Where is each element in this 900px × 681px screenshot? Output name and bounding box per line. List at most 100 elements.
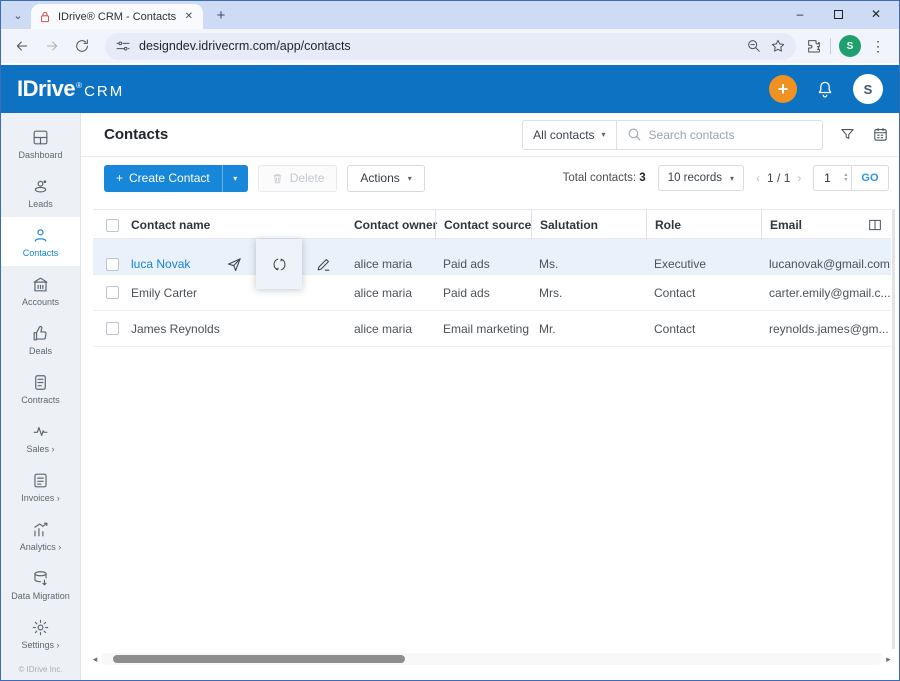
tab-search-chevron-icon[interactable]: ⌄ bbox=[9, 7, 27, 25]
contact-name-link[interactable]: luca Novak bbox=[131, 257, 190, 271]
logo-main-text: IDrive bbox=[17, 76, 75, 102]
column-header-contact-owner[interactable]: Contact owner bbox=[346, 218, 435, 232]
bookmark-star-icon[interactable] bbox=[770, 38, 786, 54]
edit-pencil-icon[interactable] bbox=[315, 256, 332, 273]
sidebar-item-invoices[interactable]: Invoices › bbox=[1, 462, 80, 511]
sidebar-item-sales[interactable]: Sales › bbox=[1, 413, 80, 462]
page-spinner[interactable]: ▴ ▾ bbox=[840, 173, 851, 183]
contact-name-cell[interactable]: James Reynolds bbox=[123, 322, 346, 336]
vertical-scrollbar[interactable] bbox=[892, 209, 895, 649]
chevron-down-icon: ▾ bbox=[408, 174, 412, 183]
user-avatar[interactable]: S bbox=[853, 74, 883, 104]
forward-button[interactable] bbox=[39, 33, 65, 59]
table-row[interactable]: James Reynolds alice maria Email marketi… bbox=[93, 311, 891, 347]
sidebar: Dashboard Leads Contacts Accounts Deals … bbox=[1, 113, 81, 680]
date-filter-calendar-icon[interactable] bbox=[872, 126, 889, 143]
reload-button[interactable] bbox=[69, 33, 95, 59]
sidebar-item-label: Settings › bbox=[21, 640, 59, 650]
main-content: Contacts All contacts ▾ bbox=[81, 113, 900, 680]
sidebar-item-dashboard[interactable]: Dashboard bbox=[1, 119, 80, 168]
actions-label: Actions bbox=[360, 171, 399, 185]
select-all-checkbox[interactable] bbox=[106, 219, 119, 232]
notifications-bell-icon[interactable] bbox=[815, 79, 835, 99]
sidebar-item-contracts[interactable]: Contracts bbox=[1, 364, 80, 413]
delete-button[interactable]: Delete bbox=[258, 165, 338, 192]
tab-strip: ⌄ IDrive® CRM - Contacts ✕ + – ✕ bbox=[1, 1, 899, 29]
window-maximize-button[interactable] bbox=[819, 1, 857, 27]
browser-window: ⌄ IDrive® CRM - Contacts ✕ + – ✕ bbox=[0, 0, 900, 681]
sidebar-item-data-migration[interactable]: Data Migration bbox=[1, 560, 80, 609]
scrollbar-track[interactable] bbox=[101, 653, 883, 665]
scroll-right-arrow[interactable]: ▸ bbox=[883, 654, 895, 665]
records-per-page-label: 10 records bbox=[668, 172, 722, 184]
contact-name-cell[interactable]: Emily Carter bbox=[123, 286, 346, 300]
create-contact-dropdown[interactable]: ▾ bbox=[222, 165, 248, 192]
column-header-role[interactable]: Role bbox=[646, 210, 761, 240]
address-bar[interactable]: designdev.idrivecrm.com/app/contacts bbox=[105, 33, 796, 60]
salutation-cell: Mr. bbox=[531, 322, 646, 336]
analytics-icon bbox=[31, 520, 50, 539]
scroll-left-arrow[interactable]: ◂ bbox=[89, 654, 101, 665]
sync-contact-button[interactable] bbox=[256, 239, 302, 289]
contacts-table: Contact name Contact owner Contact sourc… bbox=[93, 209, 891, 347]
invoices-icon bbox=[31, 471, 50, 490]
column-header-email[interactable]: Email bbox=[761, 210, 891, 240]
actions-toolbar: + Create Contact ▾ Delete Actions ▾ Tota… bbox=[81, 157, 900, 199]
quick-add-button[interactable]: + bbox=[769, 75, 797, 103]
column-header-contact-name[interactable]: Contact name bbox=[123, 218, 346, 232]
sidebar-item-settings[interactable]: Settings › bbox=[1, 609, 80, 658]
email-cell: lucanovak@gmail.com bbox=[761, 257, 891, 271]
idrive-favicon-icon bbox=[38, 10, 52, 24]
row-checkbox[interactable] bbox=[106, 286, 119, 299]
view-filter-dropdown[interactable]: All contacts ▾ bbox=[523, 121, 616, 149]
column-header-contact-source[interactable]: Contact source bbox=[435, 210, 531, 240]
search-input[interactable] bbox=[649, 128, 809, 142]
sidebar-item-leads[interactable]: Leads bbox=[1, 168, 80, 217]
row-checkbox[interactable] bbox=[106, 322, 119, 335]
sidebar-item-label: Deals bbox=[29, 346, 52, 356]
sidebar-item-contacts[interactable]: Contacts bbox=[1, 217, 80, 266]
total-contacts-value: 3 bbox=[639, 172, 645, 184]
browser-tab[interactable]: IDrive® CRM - Contacts ✕ bbox=[31, 4, 203, 29]
new-tab-button[interactable]: + bbox=[209, 3, 233, 27]
tab-close-icon[interactable]: ✕ bbox=[182, 10, 196, 23]
sidebar-item-analytics[interactable]: Analytics › bbox=[1, 511, 80, 560]
column-manager-icon[interactable] bbox=[867, 217, 883, 233]
page-indicator: 1 / 1 bbox=[767, 171, 790, 185]
zoom-out-icon[interactable] bbox=[746, 38, 762, 54]
row-checkbox[interactable] bbox=[106, 258, 119, 271]
sidebar-item-label: Data Migration bbox=[11, 591, 70, 601]
records-per-page-dropdown[interactable]: 10 records ▾ bbox=[658, 165, 744, 191]
sidebar-item-accounts[interactable]: Accounts bbox=[1, 266, 80, 315]
sidebar-item-deals[interactable]: Deals bbox=[1, 315, 80, 364]
back-button[interactable] bbox=[9, 33, 35, 59]
table-row[interactable]: luca Novak bbox=[93, 239, 891, 275]
create-contact-button[interactable]: + Create Contact bbox=[104, 165, 222, 192]
email-header-label: Email bbox=[770, 218, 802, 232]
site-info-icon[interactable] bbox=[115, 38, 131, 54]
send-email-icon[interactable] bbox=[226, 256, 243, 273]
scrollbar-thumb[interactable] bbox=[113, 655, 405, 663]
column-header-salutation[interactable]: Salutation bbox=[531, 210, 646, 240]
horizontal-scrollbar: ◂ ▸ bbox=[89, 652, 895, 666]
browser-menu-icon[interactable]: ⋮ bbox=[865, 38, 891, 55]
filter-funnel-icon[interactable] bbox=[839, 126, 856, 143]
page-header: Contacts All contacts ▾ bbox=[81, 113, 900, 157]
contact-source-cell: Paid ads bbox=[435, 257, 531, 271]
idrive-crm-logo[interactable]: IDrive ® CRM bbox=[17, 76, 124, 102]
window-close-button[interactable]: ✕ bbox=[857, 1, 895, 27]
salutation-cell: Mrs. bbox=[531, 286, 646, 300]
contacts-filter-search: All contacts ▾ bbox=[522, 120, 822, 150]
goto-page-group: ▴ ▾ GO bbox=[813, 165, 888, 191]
contact-name-cell: luca Novak bbox=[123, 239, 346, 289]
sidebar-item-label: Contacts bbox=[23, 248, 59, 258]
actions-dropdown-button[interactable]: Actions ▾ bbox=[347, 165, 424, 192]
previous-page-chevron[interactable]: ‹ bbox=[756, 171, 760, 185]
sidebar-item-label: Leads bbox=[28, 199, 53, 209]
extensions-icon[interactable] bbox=[806, 38, 822, 54]
page-number-input[interactable] bbox=[814, 171, 840, 185]
next-page-chevron[interactable]: › bbox=[797, 171, 801, 185]
go-button[interactable]: GO bbox=[851, 166, 887, 190]
window-minimize-button[interactable]: – bbox=[781, 1, 819, 27]
browser-profile-avatar[interactable]: S bbox=[839, 35, 861, 57]
